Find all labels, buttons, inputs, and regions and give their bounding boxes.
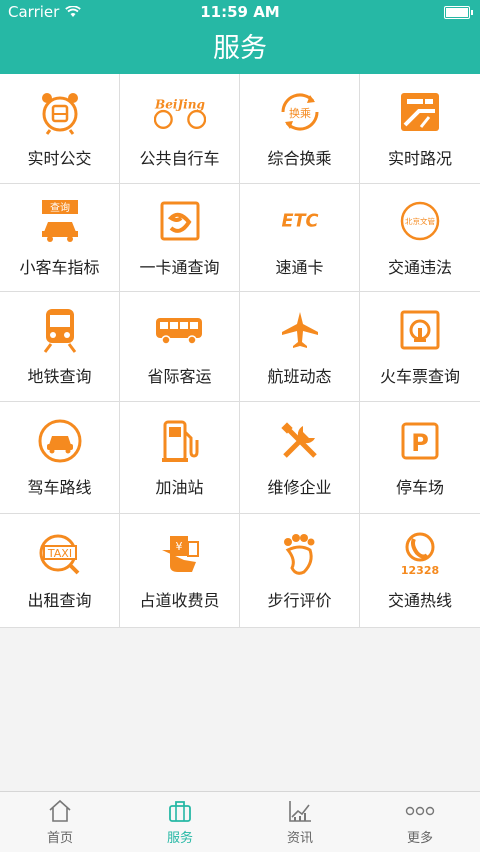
service-label: 加油站 [155,477,204,497]
footprint-icon [274,531,326,577]
violation-icon-text: 北京文管 [405,216,435,226]
beijing-bike-icon: BeiJing [153,89,206,135]
tab-home[interactable]: 首页 [0,792,120,852]
service-realtime-traffic[interactable]: 实时路况 [360,74,480,184]
status-bar: Carrier 11:59 AM [0,0,480,24]
service-label: 省际客运 [147,366,212,386]
service-traffic-violation[interactable]: 北京文管 交通违法 [360,184,480,292]
status-time: 11:59 AM [200,3,280,21]
service-label: 火车票查询 [379,366,460,386]
service-label: 停车场 [395,477,444,497]
rail-logo-icon [394,307,446,353]
tab-more[interactable]: 更多 [360,792,480,852]
more-dots-icon [405,798,435,824]
taxi-search-icon: TAXI [34,531,86,577]
service-walking-review[interactable]: 步行评价 [240,514,360,628]
service-label: 公共自行车 [139,148,220,168]
car-query-icon: 查询 [34,198,86,244]
service-label: 驾车路线 [27,477,92,497]
service-label: 交通违法 [387,257,452,277]
service-public-bike[interactable]: BeiJing 公共自行车 [120,74,240,184]
service-etc-card[interactable]: ETC 速通卡 [240,184,360,292]
hotline-icon-text: 12328 [401,564,439,577]
service-flight[interactable]: 航班动态 [240,292,360,402]
etc-icon-text: ETC [281,211,318,231]
top-bar: Carrier 11:59 AM 服务 [0,0,480,74]
hotline-phone-icon: 12328 [394,531,446,577]
airplane-icon [274,307,326,353]
tab-bar: 首页 服务 资讯 更多 [0,791,480,852]
service-intercity-bus[interactable]: 省际客运 [120,292,240,402]
service-label: 小客车指标 [19,257,100,277]
service-train-ticket[interactable]: 火车票查询 [360,292,480,402]
bus-alarm-icon [34,89,86,135]
service-toll-collector[interactable]: ¥ 占道收费员 [120,514,240,628]
service-label: 交通热线 [387,590,452,610]
service-realtime-bus[interactable]: 实时公交 [0,74,120,184]
service-label: 地铁查询 [27,366,92,386]
service-label: 速通卡 [275,257,324,277]
briefcase-icon [167,798,193,824]
tab-services[interactable]: 服务 [120,792,240,852]
wrench-screwdriver-icon [274,418,326,464]
services-grid: 实时公交 BeiJing 公共自行车 换乘 综合换乘 实时路况 查询 小客车指标… [0,74,480,628]
service-parking[interactable]: P 停车场 [360,402,480,514]
subway-train-icon [34,307,86,353]
service-label: 综合换乘 [267,148,332,168]
chart-icon [287,798,313,824]
service-taxi[interactable]: TAXI 出租查询 [0,514,120,628]
battery-icon [444,6,473,19]
tab-label: 更多 [406,831,433,846]
service-label: 实时公交 [27,148,92,168]
page-title: 服务 [213,33,267,64]
transit-card-icon [154,198,206,244]
etc-icon: ETC [274,198,326,244]
service-label: 实时路况 [387,148,452,168]
home-icon [47,798,73,824]
service-hotline[interactable]: 12328 交通热线 [360,514,480,628]
tab-label: 资讯 [286,831,313,846]
toll-icon-text: ¥ [175,540,182,553]
service-label: 一卡通查询 [139,257,220,277]
service-label: 出租查询 [27,590,92,610]
service-repair[interactable]: 维修企业 [240,402,360,514]
service-label: 占道收费员 [139,590,220,610]
gas-pump-icon [154,418,206,464]
taxi-icon-text: TAXI [46,547,71,560]
tab-news[interactable]: 资讯 [240,792,360,852]
parking-icon: P [394,418,446,464]
service-car-quota[interactable]: 查询 小客车指标 [0,184,120,292]
service-driving-route[interactable]: 驾车路线 [0,402,120,514]
tab-label: 首页 [46,831,73,846]
service-label: 航班动态 [267,366,332,386]
parking-icon-text: P [411,429,429,457]
coach-bus-icon [154,307,206,353]
transfer-icon: 换乘 [274,89,326,135]
traffic-map-icon [394,89,446,135]
traffic-violation-icon: 北京文管 [394,198,446,244]
service-label: 维修企业 [267,477,332,497]
transfer-icon-text: 换乘 [289,106,311,120]
service-subway[interactable]: 地铁查询 [0,292,120,402]
tab-label: 服务 [166,831,193,846]
service-transfer[interactable]: 换乘 综合换乘 [240,74,360,184]
toll-collector-icon: ¥ [154,531,206,577]
car-query-icon-text: 查询 [50,201,70,214]
car-route-icon [34,418,86,464]
bike-icon-text: BeiJing [154,97,206,111]
service-label: 步行评价 [267,590,332,610]
service-gas-station[interactable]: 加油站 [120,402,240,514]
service-transit-card[interactable]: 一卡通查询 [120,184,240,292]
